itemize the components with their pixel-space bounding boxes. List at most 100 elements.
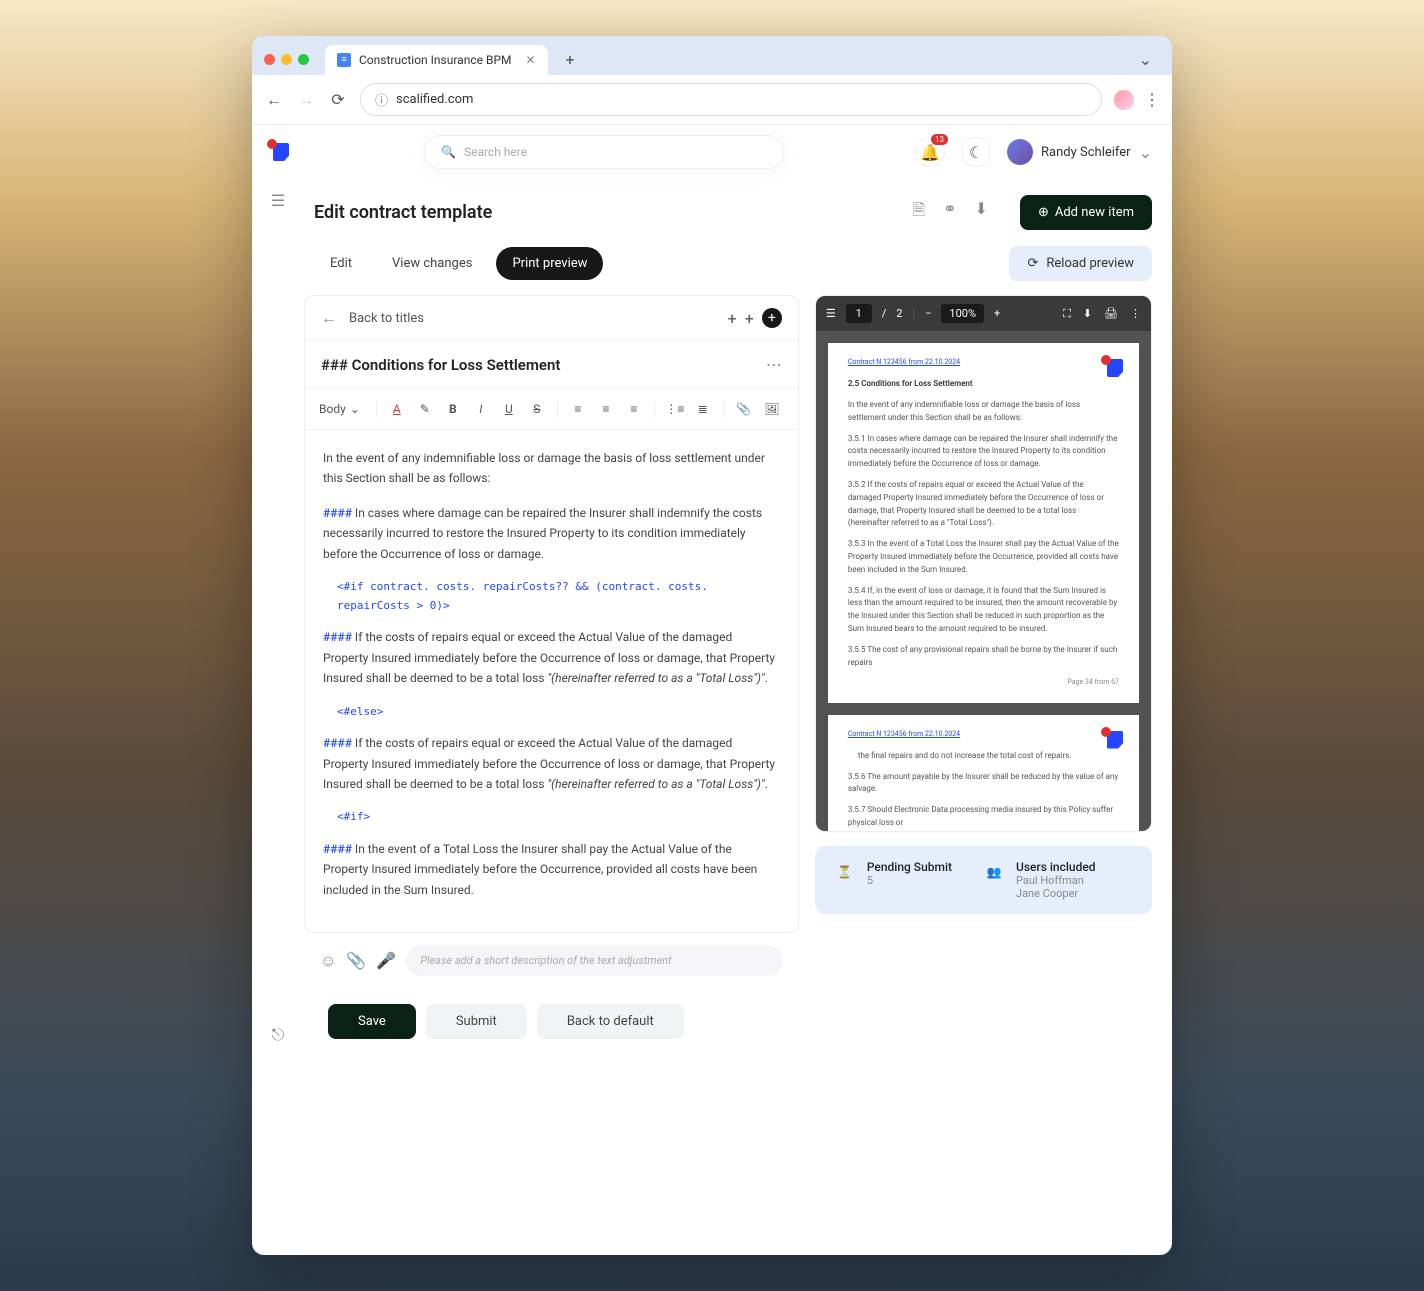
add-new-item-button[interactable]: ⊕ Add new item <box>1020 195 1152 230</box>
pdf-total-pages: 2 <box>896 307 902 320</box>
search-input[interactable]: 🔍 Search here <box>424 135 784 169</box>
bold-button[interactable]: B <box>441 397 465 421</box>
print-icon[interactable]: 🖨 <box>1104 307 1118 321</box>
mic-icon[interactable]: 🎤 <box>376 951 396 970</box>
italic-button[interactable]: I <box>469 397 493 421</box>
align-center-button[interactable]: ≡ <box>594 397 618 421</box>
document-icon[interactable]: 🗎 <box>912 199 925 226</box>
submit-button[interactable]: Submit <box>426 1004 527 1039</box>
menu-toggle-icon[interactable]: ☰ <box>271 191 285 210</box>
hierarchy-icon[interactable]: ⚭ <box>943 199 956 226</box>
description-input[interactable]: Please add a short description of the te… <box>406 945 783 976</box>
browser-tab[interactable]: ≡ Construction Insurance BPM ✕ <box>325 45 548 75</box>
pdf-section-title: 2.5 Conditions for Loss Settlement <box>848 378 1119 391</box>
notifications-button[interactable]: 🔔 13 <box>915 137 945 167</box>
editor-paragraph: #### In cases where damage can be repair… <box>323 503 780 564</box>
code-line: <#if> <box>323 808 780 827</box>
tab-view-changes[interactable]: View changes <box>376 247 488 280</box>
browser-menu-icon[interactable]: ⋮ <box>1144 90 1160 109</box>
text-style-select[interactable]: Body ⌄ <box>319 402 360 416</box>
strikethrough-button[interactable]: S <box>525 397 549 421</box>
add-icon-1[interactable]: + <box>728 309 737 328</box>
align-right-button[interactable]: ≡ <box>622 397 646 421</box>
pdf-page-input[interactable] <box>846 304 872 323</box>
save-button[interactable]: Save <box>328 1004 416 1039</box>
back-button[interactable]: ← <box>264 90 284 110</box>
editor-body[interactable]: In the event of any indemnifiable loss o… <box>305 430 798 932</box>
maximize-window[interactable] <box>298 54 309 65</box>
back-to-titles-link[interactable]: Back to titles <box>349 311 424 326</box>
fit-page-icon[interactable]: ⛶ <box>1063 307 1071 321</box>
browser-window: ≡ Construction Insurance BPM ✕ + ⌄ ← → ⟳… <box>252 36 1172 1255</box>
text-color-button[interactable]: A <box>385 397 409 421</box>
chevron-down-icon: ⌄ <box>350 402 360 416</box>
user-name-1: Paul Hoffman <box>1016 874 1096 887</box>
plus-circle-icon: ⊕ <box>1038 205 1049 220</box>
attachment-button[interactable]: 📎 <box>732 397 756 421</box>
unordered-list-button[interactable]: ≣ <box>691 397 715 421</box>
browser-chrome: ≡ Construction Insurance BPM ✕ + ⌄ ← → ⟳… <box>252 36 1172 125</box>
tabs-dropdown[interactable]: ⌄ <box>1131 46 1160 73</box>
tab-title: Construction Insurance BPM <box>359 53 511 67</box>
attach-icon[interactable]: 📎 <box>346 951 366 970</box>
tab-edit[interactable]: Edit <box>314 247 368 280</box>
reload-preview-button[interactable]: ⟳ Reload preview <box>1009 246 1152 281</box>
chevron-down-icon: ⌄ <box>1139 143 1152 162</box>
ordered-list-button[interactable]: ⋮≡ <box>663 397 687 421</box>
format-toolbar: Body ⌄ A ✎ B I U S ≡ ≡ <box>305 388 798 430</box>
users-icon: 👥 <box>982 860 1006 884</box>
logout-icon[interactable]: ⎋ <box>272 1025 285 1045</box>
user-avatar <box>1007 139 1033 165</box>
editor-paragraph: #### In the event of a Total Loss the In… <box>323 839 780 900</box>
search-icon: 🔍 <box>441 145 456 159</box>
bell-icon: 🔔 <box>920 143 940 162</box>
profile-avatar[interactable] <box>1114 90 1134 110</box>
tab-print-preview[interactable]: Print preview <box>496 247 603 280</box>
pdf-contract-header: Contract N 123456 from 22.10.2024 <box>848 729 1119 740</box>
search-placeholder: Search here <box>464 145 527 159</box>
editor-paragraph: #### If the costs of repairs equal or ex… <box>323 733 780 794</box>
zoom-level: 100% <box>941 304 984 323</box>
zoom-out-button[interactable]: − <box>925 307 931 320</box>
image-button[interactable]: 🖼 <box>760 397 784 421</box>
pdf-logo <box>1101 355 1123 377</box>
underline-button[interactable]: U <box>497 397 521 421</box>
zoom-in-button[interactable]: + <box>994 307 1000 320</box>
pdf-download-icon[interactable]: ⬇ <box>1083 307 1092 321</box>
pdf-logo <box>1101 727 1123 749</box>
minimize-window[interactable] <box>281 54 292 65</box>
pending-icon: ⏳ <box>833 860 857 884</box>
theme-toggle[interactable]: ☾ <box>961 137 991 167</box>
back-arrow-icon[interactable]: ← <box>321 308 337 328</box>
traffic-lights <box>264 54 309 65</box>
new-tab-button[interactable]: + <box>556 44 585 75</box>
align-left-button[interactable]: ≡ <box>566 397 590 421</box>
code-line: <#else> <box>323 703 780 722</box>
reload-button[interactable]: ⟳ <box>328 90 348 109</box>
close-window[interactable] <box>264 54 275 65</box>
tab-close-icon[interactable]: ✕ <box>525 53 535 67</box>
status-footer: ⏳ Pending Submit 5 👥 Users included Paul… <box>815 846 1152 914</box>
section-more-icon[interactable]: ⋯ <box>766 355 782 374</box>
app-logo[interactable] <box>267 139 289 161</box>
highlight-button[interactable]: ✎ <box>413 397 437 421</box>
emoji-icon[interactable]: ☺ <box>320 951 336 971</box>
url-bar[interactable]: ⓘ scalified.com <box>360 83 1102 116</box>
moon-icon: ☾ <box>969 143 983 162</box>
pdf-page-1: Contract N 123456 from 22.10.2024 2.5 Co… <box>828 343 1139 703</box>
pdf-menu-icon[interactable]: ☰ <box>826 307 836 320</box>
url-text: scalified.com <box>396 92 473 107</box>
add-filled-button[interactable]: + <box>762 308 782 328</box>
editor-paragraph: #### If the costs of repairs equal or ex… <box>323 627 780 688</box>
forward-button[interactable]: → <box>296 90 316 110</box>
section-title: ### Conditions for Loss Settlement <box>321 356 560 374</box>
back-to-default-button[interactable]: Back to default <box>537 1004 684 1039</box>
page-title: Edit contract template <box>314 202 492 223</box>
pdf-viewer: ☰ / 2 | − 100% + ⛶ ⬇ 🖨 <box>815 295 1152 832</box>
add-icon-2[interactable]: + <box>745 309 754 328</box>
download-icon[interactable]: ⬇ <box>975 199 988 226</box>
pdf-more-icon[interactable]: ⋮ <box>1130 307 1141 321</box>
user-name-2: Jane Cooper <box>1016 887 1096 900</box>
user-menu[interactable]: Randy Schleifer ⌄ <box>1007 139 1152 165</box>
users-label: Users included <box>1016 860 1096 874</box>
